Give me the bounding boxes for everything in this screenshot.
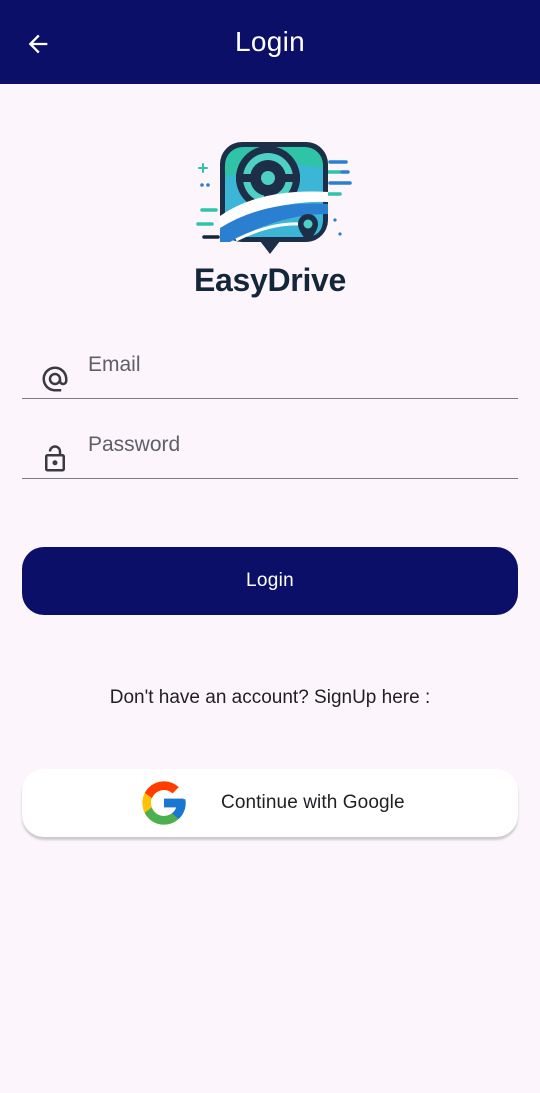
app-bar: Login [0, 0, 540, 84]
google-signin-label: Continue with Google [221, 792, 405, 813]
password-input[interactable] [88, 428, 508, 462]
email-input[interactable] [88, 348, 508, 382]
google-signin-button[interactable]: Continue with Google [22, 769, 518, 837]
google-g-icon [142, 781, 186, 825]
password-field[interactable] [22, 422, 518, 479]
brand-name: EasyDrive [193, 262, 347, 298]
signup-link[interactable]: Don't have an account? SignUp here : [0, 687, 540, 709]
login-button[interactable]: Login [22, 547, 518, 615]
email-field[interactable] [22, 342, 518, 399]
lock-icon [45, 445, 65, 472]
page-title: Login [234, 26, 305, 57]
steering-wheel-road-logo-icon [196, 142, 352, 254]
at-sign-icon [42, 366, 68, 392]
